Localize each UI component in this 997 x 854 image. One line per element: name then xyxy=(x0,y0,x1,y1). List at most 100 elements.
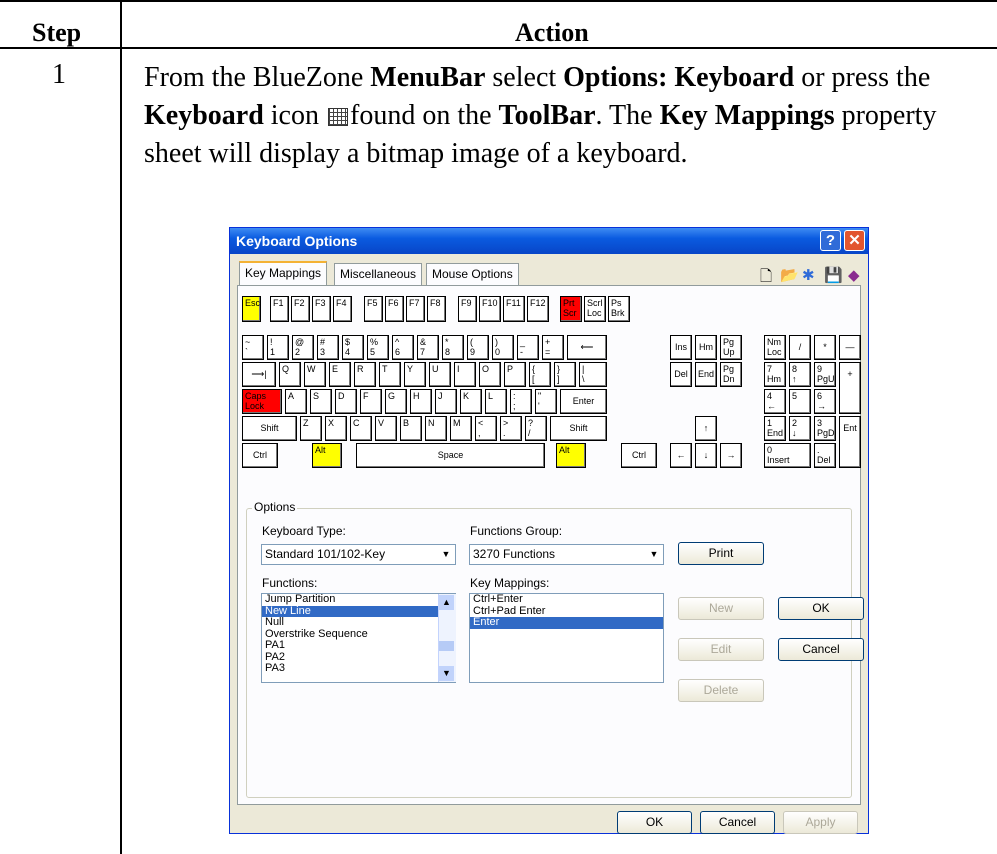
key-semi[interactable]: : ; xyxy=(510,389,532,414)
key-esc[interactable]: Esc xyxy=(242,296,261,322)
key-k4[interactable]: $ 4 xyxy=(342,335,364,360)
key-tilde[interactable]: ~ ` xyxy=(242,335,264,360)
key-o[interactable]: O xyxy=(479,362,501,387)
key-n[interactable]: N xyxy=(425,416,447,441)
key-n6[interactable]: 6 → xyxy=(814,389,836,414)
key-f5[interactable]: F5 xyxy=(364,296,383,322)
key-mul[interactable]: * xyxy=(814,335,836,360)
key-left[interactable]: ← xyxy=(670,443,692,468)
function-list-item[interactable]: Null xyxy=(262,617,455,629)
key-k[interactable]: K xyxy=(460,389,482,414)
key-f1[interactable]: F1 xyxy=(270,296,289,322)
key-k8[interactable]: * 8 xyxy=(442,335,464,360)
key-i[interactable]: I xyxy=(454,362,476,387)
key-prtsc[interactable]: Prt Scr xyxy=(560,296,582,322)
save-icon[interactable]: 💾 xyxy=(824,266,843,284)
key-l[interactable]: L xyxy=(485,389,507,414)
key-k9[interactable]: ( 9 xyxy=(467,335,489,360)
key-j[interactable]: J xyxy=(435,389,457,414)
key-tab[interactable]: ⟶| xyxy=(242,362,276,387)
bottom-apply-button[interactable]: Apply xyxy=(783,811,858,834)
key-down[interactable]: ↓ xyxy=(695,443,717,468)
key-n7[interactable]: 7 Hm xyxy=(764,362,786,387)
key-y[interactable]: Y xyxy=(404,362,426,387)
key-f4[interactable]: F4 xyxy=(333,296,352,322)
key-end[interactable]: End xyxy=(695,362,717,387)
function-list-item[interactable]: Jump Partition xyxy=(262,594,455,606)
key-n8[interactable]: 8 ↑ xyxy=(789,362,811,387)
key-k1[interactable]: ! 1 xyxy=(267,335,289,360)
key-k5[interactable]: % 5 xyxy=(367,335,389,360)
key-numloc[interactable]: Nm Loc xyxy=(764,335,786,360)
key-f6[interactable]: F6 xyxy=(385,296,404,322)
cancel-button[interactable]: Cancel xyxy=(778,638,864,661)
key-del[interactable]: Del xyxy=(670,362,692,387)
key-lbr[interactable]: { [ xyxy=(529,362,551,387)
open-folder-icon[interactable]: 📂 xyxy=(780,266,799,284)
key-rctrl[interactable]: Ctrl xyxy=(621,443,657,468)
wizard-icon[interactable]: ✱ xyxy=(802,266,815,284)
key-up[interactable]: ↑ xyxy=(695,416,717,441)
key-lctrl[interactable]: Ctrl xyxy=(242,443,278,468)
key-a[interactable]: A xyxy=(285,389,307,414)
key-b[interactable]: B xyxy=(400,416,422,441)
key-n3[interactable]: 3 PgD xyxy=(814,416,836,441)
functions-list[interactable]: Jump Partition New Line Null Overstrike Seq… xyxy=(261,593,456,683)
function-list-item[interactable]: PA1 xyxy=(262,640,455,652)
key-n4[interactable]: 4 ← xyxy=(764,389,786,414)
key-space[interactable]: Space xyxy=(356,443,545,468)
key-sub[interactable]: — xyxy=(839,335,861,360)
book-icon[interactable]: ◆ xyxy=(848,266,860,284)
key-r[interactable]: R xyxy=(354,362,376,387)
key-caps[interactable]: Caps Lock xyxy=(242,389,282,414)
key-f3[interactable]: F3 xyxy=(312,296,331,322)
key-f8[interactable]: F8 xyxy=(427,296,446,322)
function-list-item[interactable]: PA2 xyxy=(262,651,455,664)
key-w[interactable]: W xyxy=(304,362,326,387)
key-f7[interactable]: F7 xyxy=(406,296,425,322)
key-p[interactable]: P xyxy=(504,362,526,387)
key-lalt[interactable]: Alt xyxy=(312,443,342,468)
key-ndel[interactable]: . Del xyxy=(814,443,836,468)
key-back[interactable]: ⟵ xyxy=(567,335,607,360)
print-button[interactable]: Print xyxy=(678,542,764,565)
ok-button[interactable]: OK xyxy=(778,597,864,620)
key-x[interactable]: X xyxy=(325,416,347,441)
key-t[interactable]: T xyxy=(379,362,401,387)
key-d[interactable]: D xyxy=(335,389,357,414)
key-f11[interactable]: F11 xyxy=(503,296,525,322)
function-list-item[interactable]: Overstrike Sequence xyxy=(262,628,455,641)
key-q[interactable]: Q xyxy=(279,362,301,387)
key-comma[interactable]: < , xyxy=(475,416,497,441)
key-k2[interactable]: @ 2 xyxy=(292,335,314,360)
scroll-down-icon[interactable]: ▼ xyxy=(439,666,454,681)
mapping-list-item[interactable]: Ctrl+Enter xyxy=(470,594,663,606)
scroll-thumb[interactable] xyxy=(439,641,454,651)
key-psbrk[interactable]: Ps Brk xyxy=(608,296,630,322)
bottom-cancel-button[interactable]: Cancel xyxy=(700,811,775,834)
key-n0[interactable]: 0 Insert xyxy=(764,443,811,468)
key-m[interactable]: M xyxy=(450,416,472,441)
key-div[interactable]: / xyxy=(789,335,811,360)
key-slash[interactable]: ? / xyxy=(525,416,547,441)
function-list-item[interactable]: New Line xyxy=(262,605,455,617)
key-z[interactable]: Z xyxy=(300,416,322,441)
key-k6[interactable]: ^ 6 xyxy=(392,335,414,360)
key-h[interactable]: H xyxy=(410,389,432,414)
keyboard-type-select[interactable]: Standard 101/102-Key ▼ xyxy=(261,544,456,565)
key-e[interactable]: E xyxy=(329,362,351,387)
delete-button[interactable]: Delete xyxy=(678,679,764,702)
functions-group-select[interactable]: 3270 Functions ▼ xyxy=(469,544,664,565)
key-c[interactable]: C xyxy=(350,416,372,441)
key-bsl[interactable]: | \ xyxy=(579,362,607,387)
key-mappings-list[interactable]: Ctrl+Enter Ctrl+Pad Enter Enter xyxy=(469,593,664,683)
key-n5[interactable]: 5 xyxy=(789,389,811,414)
key-n2[interactable]: 2 ↓ xyxy=(789,416,811,441)
key-f12[interactable]: F12 xyxy=(527,296,549,322)
key-hm[interactable]: Hm xyxy=(695,335,717,360)
key-quote[interactable]: " ' xyxy=(535,389,557,414)
key-rshift[interactable]: Shift xyxy=(550,416,607,441)
tab-mouse-options[interactable]: Mouse Options xyxy=(426,263,519,285)
key-n1[interactable]: 1 End xyxy=(764,416,786,441)
key-v[interactable]: V xyxy=(375,416,397,441)
